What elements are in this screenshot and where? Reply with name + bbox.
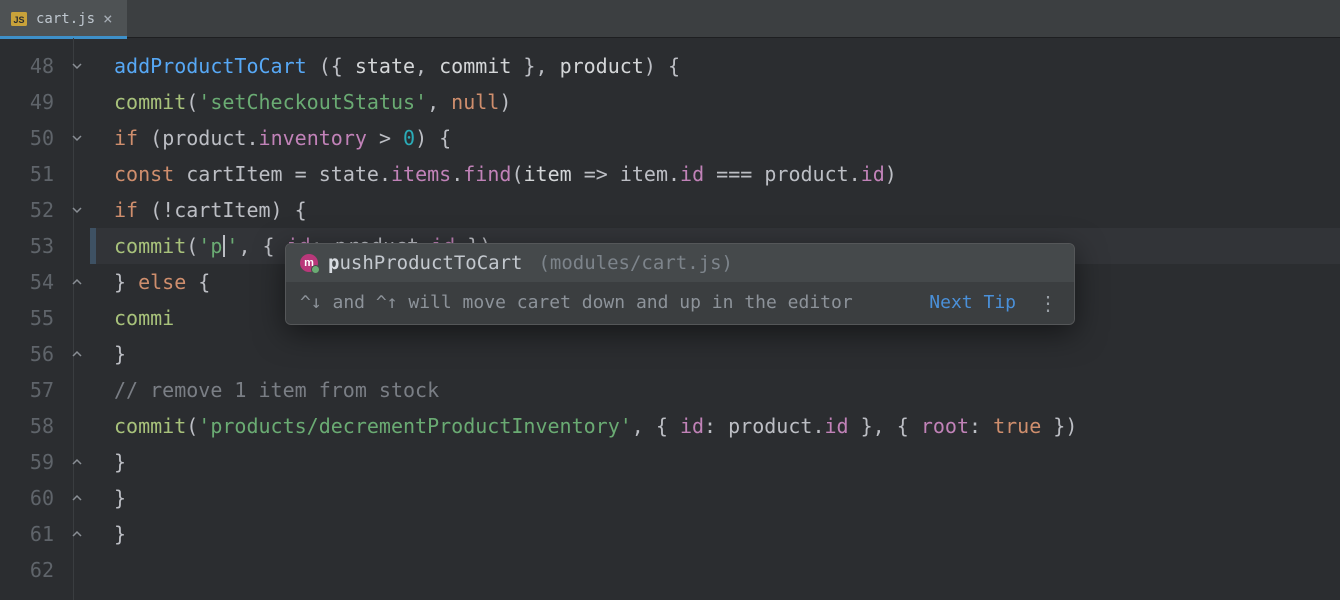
code-line[interactable]: } [90, 444, 1340, 480]
line-number: 55 [0, 300, 64, 336]
line-number: 62 [0, 552, 64, 588]
fold-marker-open-icon[interactable] [64, 48, 90, 84]
editor-area[interactable]: 48 49 50 51 52 53 54 55 56 57 58 59 60 6… [0, 38, 1340, 600]
fold-marker-close-icon[interactable] [64, 336, 90, 372]
js-file-icon: JS [10, 10, 28, 28]
line-number: 58 [0, 408, 64, 444]
svg-text:JS: JS [13, 15, 24, 25]
line-number: 61 [0, 516, 64, 552]
code-line[interactable]: const cartItem = state.items.find(item =… [90, 156, 1340, 192]
text-caret [223, 235, 225, 257]
fold-marker-open-icon[interactable] [64, 192, 90, 228]
next-tip-link[interactable]: Next Tip [929, 294, 1016, 312]
fold-marker-open-icon[interactable] [64, 120, 90, 156]
line-number: 50 [0, 120, 64, 156]
line-number: 56 [0, 336, 64, 372]
tip-text: ^↓ and ^↑ will move caret down and up in… [300, 294, 919, 312]
line-number: 59 [0, 444, 64, 480]
method-badge-icon: m [300, 254, 318, 272]
code-viewport[interactable]: addProductToCart ({ state, commit }, pro… [90, 38, 1340, 600]
code-line[interactable]: addProductToCart ({ state, commit }, pro… [90, 48, 1340, 84]
completion-label: pushProductToCart [328, 254, 522, 273]
line-number: 52 [0, 192, 64, 228]
line-number: 54 [0, 264, 64, 300]
completion-item[interactable]: m pushProductToCart (modules/cart.js) [286, 244, 1074, 282]
line-number: 60 [0, 480, 64, 516]
code-completion-popup: m pushProductToCart (modules/cart.js) ^↓… [285, 243, 1075, 325]
code-line[interactable]: commit('products/decrementProductInvento… [90, 408, 1340, 444]
fold-marker-close-icon[interactable] [64, 444, 90, 480]
line-number: 57 [0, 372, 64, 408]
line-number: 53 [0, 228, 64, 264]
line-number-gutter: 48 49 50 51 52 53 54 55 56 57 58 59 60 6… [0, 38, 64, 600]
code-line[interactable]: } [90, 480, 1340, 516]
code-line[interactable]: if (product.inventory > 0) { [90, 120, 1340, 156]
code-line[interactable]: // remove 1 item from stock [90, 372, 1340, 408]
fold-marker-close-icon[interactable] [64, 480, 90, 516]
tab-bar: JS cart.js × [0, 0, 1340, 38]
fold-marker-close-icon[interactable] [64, 516, 90, 552]
fold-gutter [64, 38, 90, 600]
code-line[interactable] [90, 552, 1340, 588]
code-line[interactable]: commit('setCheckoutStatus', null) [90, 84, 1340, 120]
fold-marker-close-icon[interactable] [64, 264, 90, 300]
breakpoint-stripe [90, 228, 96, 264]
tab-cart-js[interactable]: JS cart.js × [0, 0, 127, 38]
completion-tip-bar: ^↓ and ^↑ will move caret down and up in… [286, 282, 1074, 324]
code-line[interactable]: } [90, 516, 1340, 552]
line-number: 51 [0, 156, 64, 192]
line-number: 49 [0, 84, 64, 120]
tab-label: cart.js [36, 12, 95, 26]
code-line[interactable]: if (!cartItem) { [90, 192, 1340, 228]
close-icon[interactable]: × [103, 11, 113, 27]
line-number: 48 [0, 48, 64, 84]
code-line[interactable]: } [90, 336, 1340, 372]
completion-path: (modules/cart.js) [538, 254, 732, 273]
more-menu-icon[interactable]: ⋮ [1026, 291, 1060, 315]
